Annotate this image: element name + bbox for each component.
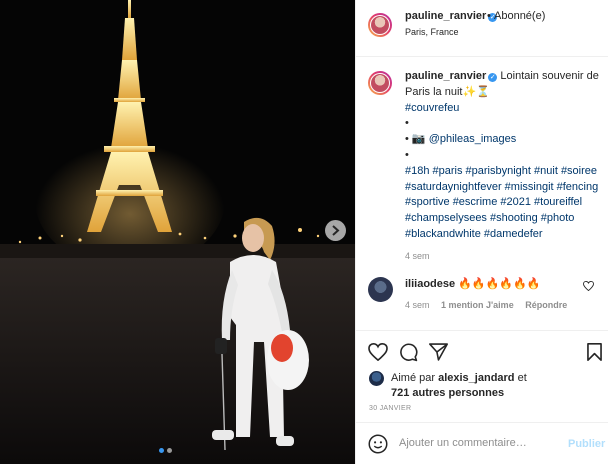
likes-prefix: Aimé par bbox=[391, 372, 436, 384]
caption-bullet: • bbox=[405, 117, 409, 130]
likes-others-link[interactable]: 721 autres personnes bbox=[391, 387, 504, 399]
post-header: pauline_ranvier ✓ • Abonné(e) Paris, Fran… bbox=[356, 0, 608, 57]
post-side-panel: pauline_ranvier ✓ • Abonné(e) Paris, Fran… bbox=[355, 0, 608, 464]
hashtag-link[interactable]: #couvrefeu bbox=[405, 102, 459, 114]
likes-conj: et bbox=[517, 372, 527, 384]
post-photo[interactable] bbox=[0, 0, 355, 464]
author-avatar[interactable] bbox=[368, 13, 392, 37]
post-actions: Aimé par alexis_jandard et 721 autres pe… bbox=[356, 330, 608, 430]
carousel-indicator bbox=[159, 448, 172, 453]
post-date[interactable]: 30 JANVIER bbox=[369, 405, 411, 412]
post-location[interactable]: Paris, France bbox=[405, 27, 459, 37]
emoji-smile-icon[interactable] bbox=[368, 434, 388, 454]
caption-bullet: • bbox=[405, 148, 409, 161]
hashtags-list[interactable]: #18h #paris #parisbynight #nuit #soiree … bbox=[405, 165, 598, 240]
publish-button[interactable]: Publier bbox=[568, 438, 605, 450]
author-username[interactable]: pauline_ranvier bbox=[405, 10, 486, 22]
comment-meta: 4 sem 1 mention J'aime Répondre bbox=[405, 300, 576, 310]
caption-time[interactable]: 4 sem bbox=[405, 251, 430, 261]
commenter-avatar[interactable] bbox=[368, 277, 393, 302]
header-separator: • bbox=[487, 10, 491, 22]
comments-section: pauline_ranvier ✓ Lointain souvenir de Pa… bbox=[356, 57, 608, 330]
liker-avatar bbox=[369, 371, 384, 386]
comment-username[interactable]: iliiaodese bbox=[405, 278, 455, 290]
comment-input[interactable] bbox=[399, 437, 559, 449]
carousel-dot-active bbox=[159, 448, 164, 453]
share-paper-plane-icon[interactable] bbox=[429, 343, 448, 361]
reply-button[interactable]: Répondre bbox=[525, 300, 567, 310]
caption-author-avatar[interactable] bbox=[368, 71, 392, 95]
mention-link[interactable]: @phileas_images bbox=[429, 133, 517, 145]
comment-item: iliiaodese 🔥🔥🔥🔥🔥🔥 bbox=[405, 277, 540, 290]
verified-badge-icon: ✓ bbox=[488, 73, 498, 82]
comment-time[interactable]: 4 sem bbox=[405, 300, 430, 310]
save-bookmark-icon[interactable] bbox=[587, 343, 602, 361]
camera-icon: 📷 bbox=[411, 133, 426, 146]
caption-bullet: • bbox=[405, 133, 409, 146]
follow-status-button[interactable]: Abonné(e) bbox=[494, 10, 545, 22]
post-caption: pauline_ranvier ✓ Lointain souvenir de Pa… bbox=[405, 69, 600, 265]
chevron-right-icon bbox=[332, 225, 340, 236]
like-heart-icon[interactable] bbox=[368, 343, 388, 361]
comment-bubble-icon[interactable] bbox=[399, 343, 418, 362]
next-photo-button[interactable] bbox=[325, 220, 346, 241]
add-comment-bar: Publier bbox=[356, 422, 608, 464]
carousel-dot bbox=[167, 448, 172, 453]
caption-username[interactable]: pauline_ranvier bbox=[405, 70, 486, 82]
eiffel-night-photo bbox=[0, 0, 355, 464]
comment-likes[interactable]: 1 mention J'aime bbox=[441, 300, 514, 310]
comment-text: 🔥🔥🔥🔥🔥🔥 bbox=[458, 278, 541, 290]
caption-emojis: ✨⏳ bbox=[462, 85, 490, 98]
liker-username[interactable]: alexis_jandard bbox=[438, 372, 514, 384]
comment-like-heart-icon[interactable] bbox=[583, 281, 594, 291]
